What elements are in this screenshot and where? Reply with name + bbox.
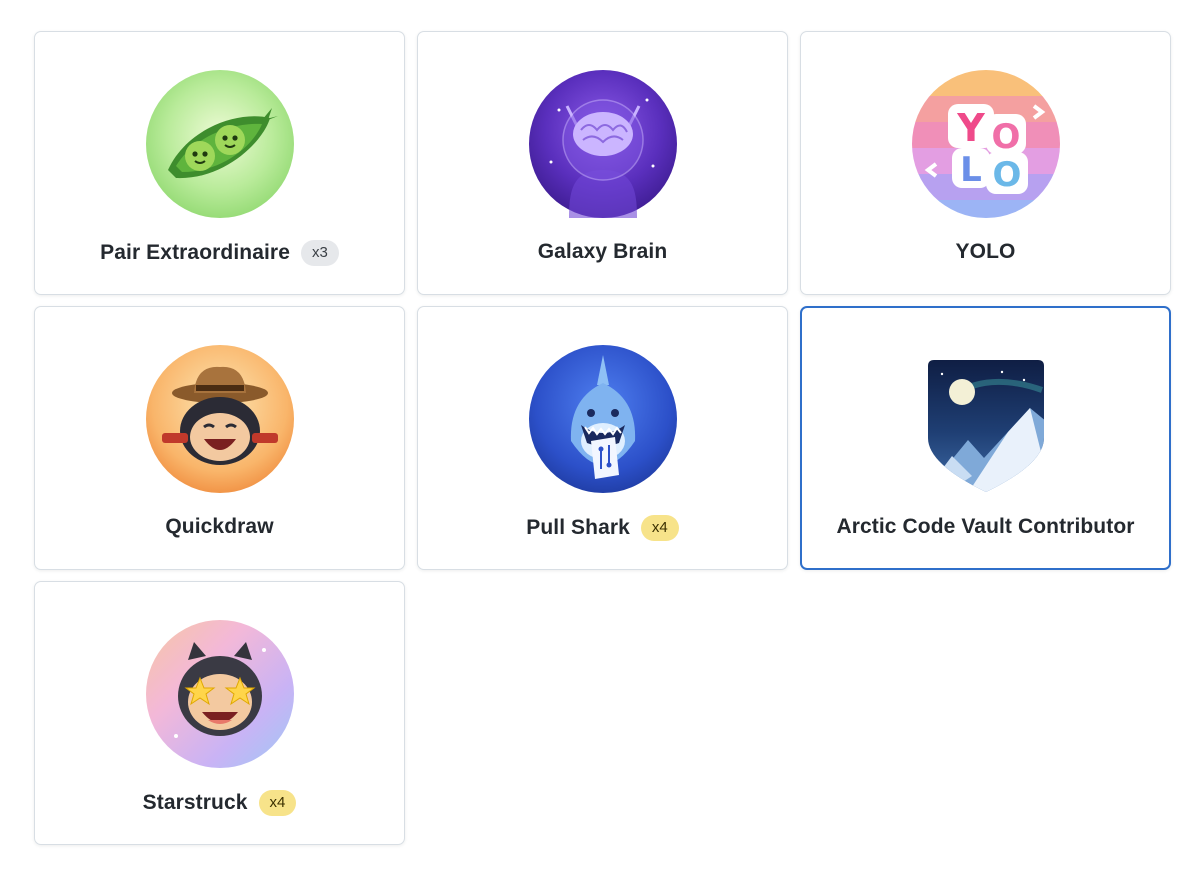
svg-text:O: O: [991, 117, 1020, 157]
achievement-name: Arctic Code Vault Contributor: [836, 515, 1135, 538]
achievement-card-starstruck[interactable]: Starstruck x4: [34, 581, 405, 845]
achievement-name: Quickdraw: [165, 515, 274, 538]
achievement-name: Starstruck: [142, 791, 248, 814]
achievement-caption: Quickdraw: [35, 515, 404, 539]
svg-text:Y: Y: [956, 106, 985, 150]
achievement-caption: Arctic Code Vault Contributor: [802, 515, 1169, 539]
pull-shark-icon: [528, 345, 677, 493]
starstruck-octocat-icon: [145, 620, 294, 768]
achievement-card-pair-extraordinaire[interactable]: Pair Extraordinaire x3: [34, 31, 405, 295]
achievement-card-pull-shark[interactable]: Pull Shark x4: [417, 306, 788, 570]
achievement-caption: Starstruck x4: [35, 790, 404, 816]
achievement-card-quickdraw[interactable]: Quickdraw: [34, 306, 405, 570]
achievement-card-galaxy-brain[interactable]: Galaxy Brain: [417, 31, 788, 295]
arctic-vault-shield-icon: [912, 346, 1060, 494]
svg-text:L: L: [960, 150, 982, 190]
achievement-name: Pull Shark: [526, 516, 630, 539]
achievement-name: Pair Extraordinaire: [100, 241, 290, 264]
svg-text:O: O: [992, 155, 1021, 195]
achievement-count-badge: x4: [640, 515, 679, 541]
quickdraw-cowboy-icon: [145, 345, 294, 493]
achievement-caption: Pair Extraordinaire x3: [35, 240, 404, 266]
achievement-name: Galaxy Brain: [537, 240, 668, 263]
achievement-count-badge: x4: [258, 790, 297, 816]
achievement-caption: YOLO: [801, 240, 1170, 264]
achievement-name: YOLO: [955, 240, 1016, 263]
yolo-icon: Y O L O: [911, 70, 1060, 218]
achievement-card-arctic-code-vault-contributor[interactable]: Arctic Code Vault Contributor: [800, 306, 1171, 570]
achievements-grid: Pair Extraordinaire x3 Galaxy Brain Y O …: [34, 31, 1171, 845]
achievement-caption: Galaxy Brain: [418, 240, 787, 264]
pea-pod-icon: [145, 70, 294, 218]
galaxy-brain-icon: [528, 70, 677, 218]
achievement-caption: Pull Shark x4: [418, 515, 787, 541]
achievement-card-yolo[interactable]: Y O L O YOLO: [800, 31, 1171, 295]
achievement-count-badge: x3: [300, 240, 339, 266]
